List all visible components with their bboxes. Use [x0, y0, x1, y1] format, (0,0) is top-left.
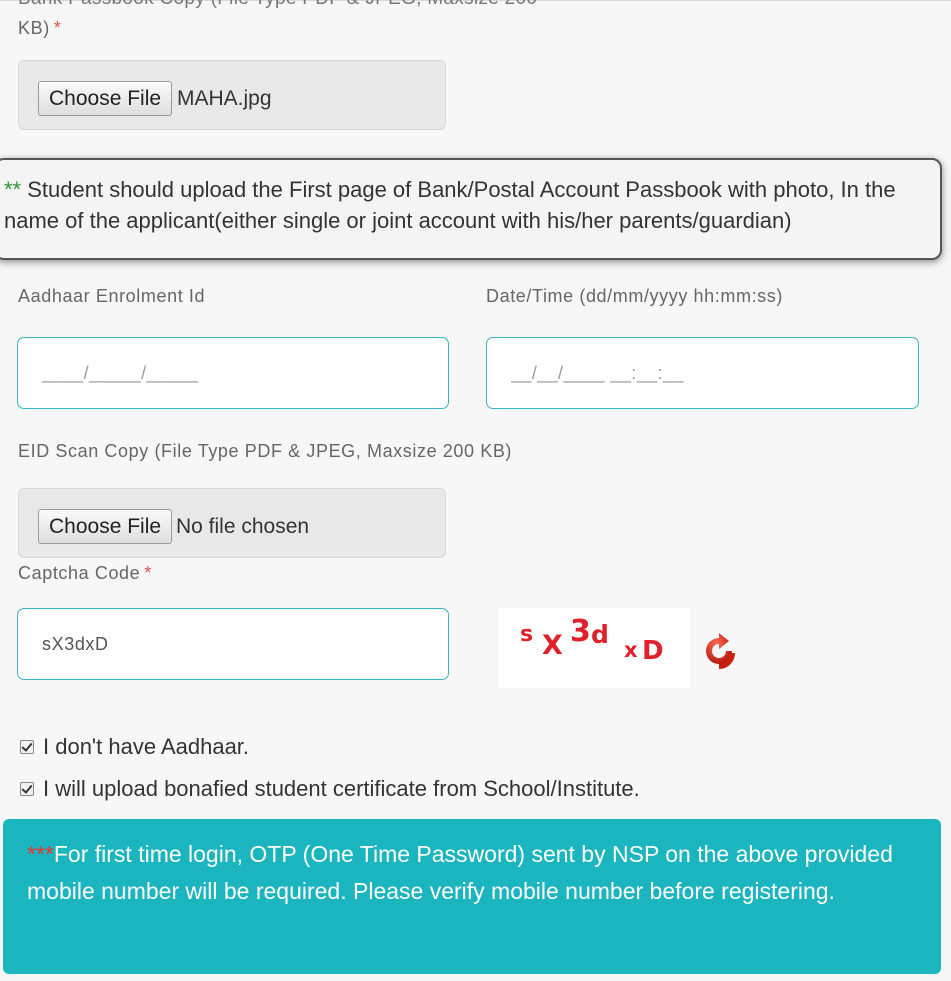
checkbox-icon[interactable]: [20, 782, 34, 796]
passbook-label-cut: Bank Passbook Copy (File Type PDF & JPEG…: [18, 0, 537, 10]
eid-file-name: No file chosen: [176, 515, 310, 538]
passbook-notice: ** Student should upload the First page …: [0, 158, 942, 260]
passbook-file-input[interactable]: Choose File MAHA.jpg: [18, 60, 446, 130]
otp-info-box: ***For first time login, OTP (One Time P…: [3, 819, 941, 974]
passbook-file-name: MAHA.jpg: [177, 87, 272, 110]
eid-label: EID Scan Copy (File Type PDF & JPEG, Max…: [18, 441, 513, 461]
datetime-label: Date/Time (dd/mm/yyyy hh:mm:ss): [486, 286, 783, 306]
captcha-label: Captcha Code *: [18, 563, 152, 584]
no-aadhaar-checkbox[interactable]: I don't have Aadhaar.: [20, 734, 249, 760]
eid-file-input[interactable]: Choose File No file chosen: [18, 488, 446, 558]
registration-form: Bank Passbook Copy (File Type PDF & JPEG…: [0, 0, 951, 981]
required-mark: *: [144, 563, 152, 583]
bonafied-certificate-checkbox[interactable]: I will upload bonafied student certifica…: [20, 776, 640, 802]
eid-choose-file-button[interactable]: Choose File: [38, 509, 173, 544]
captcha-char: x: [624, 638, 638, 662]
notice-text: Student should upload the First page of …: [4, 177, 896, 233]
info-text: For first time login, OTP (One Time Pass…: [27, 841, 893, 904]
required-mark: *: [53, 18, 62, 38]
checkbox-icon[interactable]: [20, 740, 34, 754]
captcha-image: s X 3 d x D: [498, 608, 690, 688]
captcha-char: s: [520, 622, 534, 647]
datetime-input[interactable]: [486, 337, 919, 409]
captcha-char: d: [591, 620, 609, 649]
info-stars: ***: [27, 841, 54, 867]
notice-stars: **: [4, 177, 22, 202]
no-aadhaar-label: I don't have Aadhaar.: [43, 734, 250, 759]
aadhaar-enrolment-label: Aadhaar Enrolment Id: [18, 286, 206, 306]
refresh-icon[interactable]: [702, 632, 736, 672]
passbook-choose-file-button[interactable]: Choose File: [38, 81, 173, 116]
passbook-label-text: KB): [18, 18, 50, 38]
bonafied-certificate-label: I will upload bonafied student certifica…: [43, 776, 640, 801]
passbook-label: KB) *: [18, 18, 61, 39]
captcha-input[interactable]: [17, 608, 449, 680]
captcha-char: 3: [570, 614, 591, 649]
captcha-char: D: [642, 636, 664, 666]
captcha-label-text: Captcha Code: [18, 563, 141, 583]
aadhaar-enrolment-input[interactable]: [17, 337, 449, 409]
captcha-char: X: [542, 630, 563, 661]
